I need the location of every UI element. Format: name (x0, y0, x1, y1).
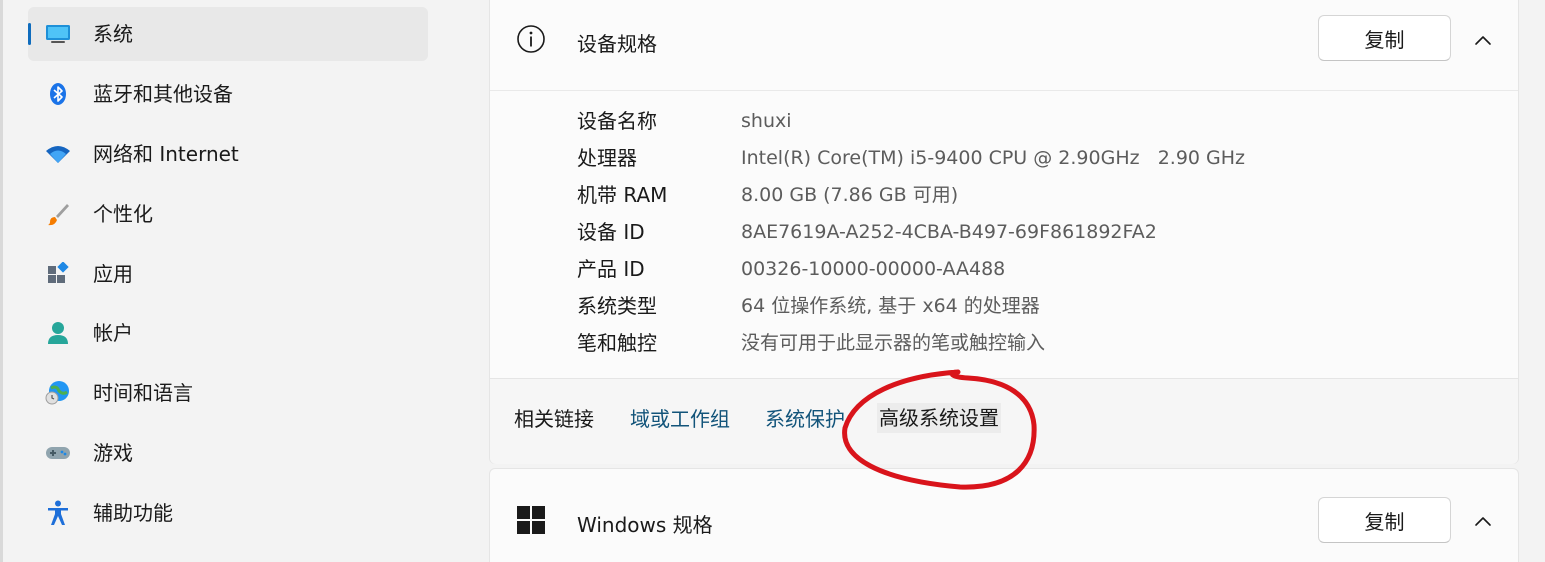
sidebar-item-accounts[interactable]: 帐户 (28, 306, 428, 360)
sidebar-item-label: 应用 (93, 262, 133, 286)
spec-value: 00326-10000-00000-AA488 (741, 258, 1006, 280)
spec-label: 处理器 (577, 146, 637, 170)
sidebar-item-label: 网络和 Internet (93, 142, 239, 166)
system-protection-link[interactable]: 系统保护 (765, 379, 845, 459)
windows-logo-icon (516, 505, 546, 535)
account-icon (44, 319, 72, 347)
spec-label: 机带 RAM (577, 183, 668, 207)
spec-row-ram: 机带 RAM 8.00 GB (7.86 GB 可用) (577, 177, 1477, 214)
sidebar-item-label: 帐户 (93, 321, 133, 345)
sidebar-item-label: 时间和语言 (93, 381, 193, 405)
sidebar-item-personalization[interactable]: 个性化 (28, 187, 428, 241)
device-specs-card: 设备规格 复制 设备名称 shuxi 处理器 Intel(R) Core(TM)… (489, 0, 1519, 464)
spec-label: 设备 ID (577, 220, 645, 244)
advanced-system-settings-link[interactable]: 高级系统设置 (877, 403, 1001, 433)
sidebar-nav: 系统 蓝牙和其他设备 网络和 Internet 个性化 应用 帐户 时间和语言 … (0, 0, 440, 562)
sidebar-item-bluetooth[interactable]: 蓝牙和其他设备 (28, 67, 428, 121)
sidebar-item-label: 系统 (93, 22, 133, 46)
spec-value: shuxi (741, 110, 792, 132)
sidebar-item-time-language[interactable]: 时间和语言 (28, 366, 428, 420)
sidebar-item-accessibility[interactable]: 辅助功能 (28, 486, 428, 540)
sidebar-item-network[interactable]: 网络和 Internet (28, 127, 428, 181)
spec-label: 设备名称 (577, 109, 657, 133)
domain-workgroup-link[interactable]: 域或工作组 (630, 379, 730, 459)
spec-row-system-type: 系统类型 64 位操作系统, 基于 x64 的处理器 (577, 288, 1477, 325)
spec-label: 产品 ID (577, 257, 645, 281)
spec-label: 笔和触控 (577, 331, 657, 355)
accessibility-icon (44, 499, 72, 527)
chevron-up-icon[interactable] (1472, 29, 1494, 51)
sidebar-item-gaming[interactable]: 游戏 (28, 426, 428, 480)
spec-row-device-name: 设备名称 shuxi (577, 103, 1477, 140)
spec-value: Intel(R) Core(TM) i5-9400 CPU @ 2.90GHz … (741, 147, 1246, 169)
info-icon (516, 24, 546, 54)
sidebar-item-system[interactable]: 系统 (28, 7, 428, 61)
active-indicator (28, 23, 31, 45)
header-divider (490, 90, 1518, 91)
sidebar-item-apps[interactable]: 应用 (28, 247, 428, 301)
time-language-icon (44, 379, 72, 407)
apps-icon (44, 260, 72, 288)
spec-row-pen-touch: 笔和触控 没有可用于此显示器的笔或触控输入 (577, 325, 1477, 362)
sidebar-item-label: 蓝牙和其他设备 (93, 82, 233, 106)
sidebar-item-label: 游戏 (93, 441, 133, 465)
wifi-icon (44, 140, 72, 168)
gamepad-icon (44, 439, 72, 467)
spec-row-device-id: 设备 ID 8AE7619A-A252-4CBA-B497-69F861892F… (577, 214, 1477, 251)
related-links-label: 相关链接 (514, 407, 594, 431)
spec-value: 没有可用于此显示器的笔或触控输入 (741, 332, 1046, 354)
sidebar-item-label: 个性化 (93, 202, 153, 226)
windows-specs-card: Windows 规格 复制 (489, 468, 1519, 562)
spec-row-product-id: 产品 ID 00326-10000-00000-AA488 (577, 251, 1477, 288)
copy-windows-specs-button[interactable]: 复制 (1318, 497, 1451, 543)
spec-label: 系统类型 (577, 294, 657, 318)
spec-value: 8.00 GB (7.86 GB 可用) (741, 184, 959, 206)
spec-value: 8AE7619A-A252-4CBA-B497-69F861892FA2 (741, 221, 1157, 243)
copy-device-specs-button[interactable]: 复制 (1318, 15, 1451, 61)
chevron-up-icon[interactable] (1472, 510, 1494, 532)
settings-window: 系统 蓝牙和其他设备 网络和 Internet 个性化 应用 帐户 时间和语言 … (0, 0, 1545, 562)
related-links-bar: 相关链接 域或工作组 系统保护 高级系统设置 (490, 378, 1518, 464)
spec-value: 64 位操作系统, 基于 x64 的处理器 (741, 295, 1040, 317)
brush-icon (44, 200, 72, 228)
windows-specs-title: Windows 规格 (577, 513, 713, 537)
bluetooth-icon (44, 80, 72, 108)
system-monitor-icon (44, 20, 72, 48)
device-specs-title: 设备规格 (577, 32, 657, 56)
spec-row-processor: 处理器 Intel(R) Core(TM) i5-9400 CPU @ 2.90… (577, 140, 1477, 177)
sidebar-item-label: 辅助功能 (93, 501, 173, 525)
